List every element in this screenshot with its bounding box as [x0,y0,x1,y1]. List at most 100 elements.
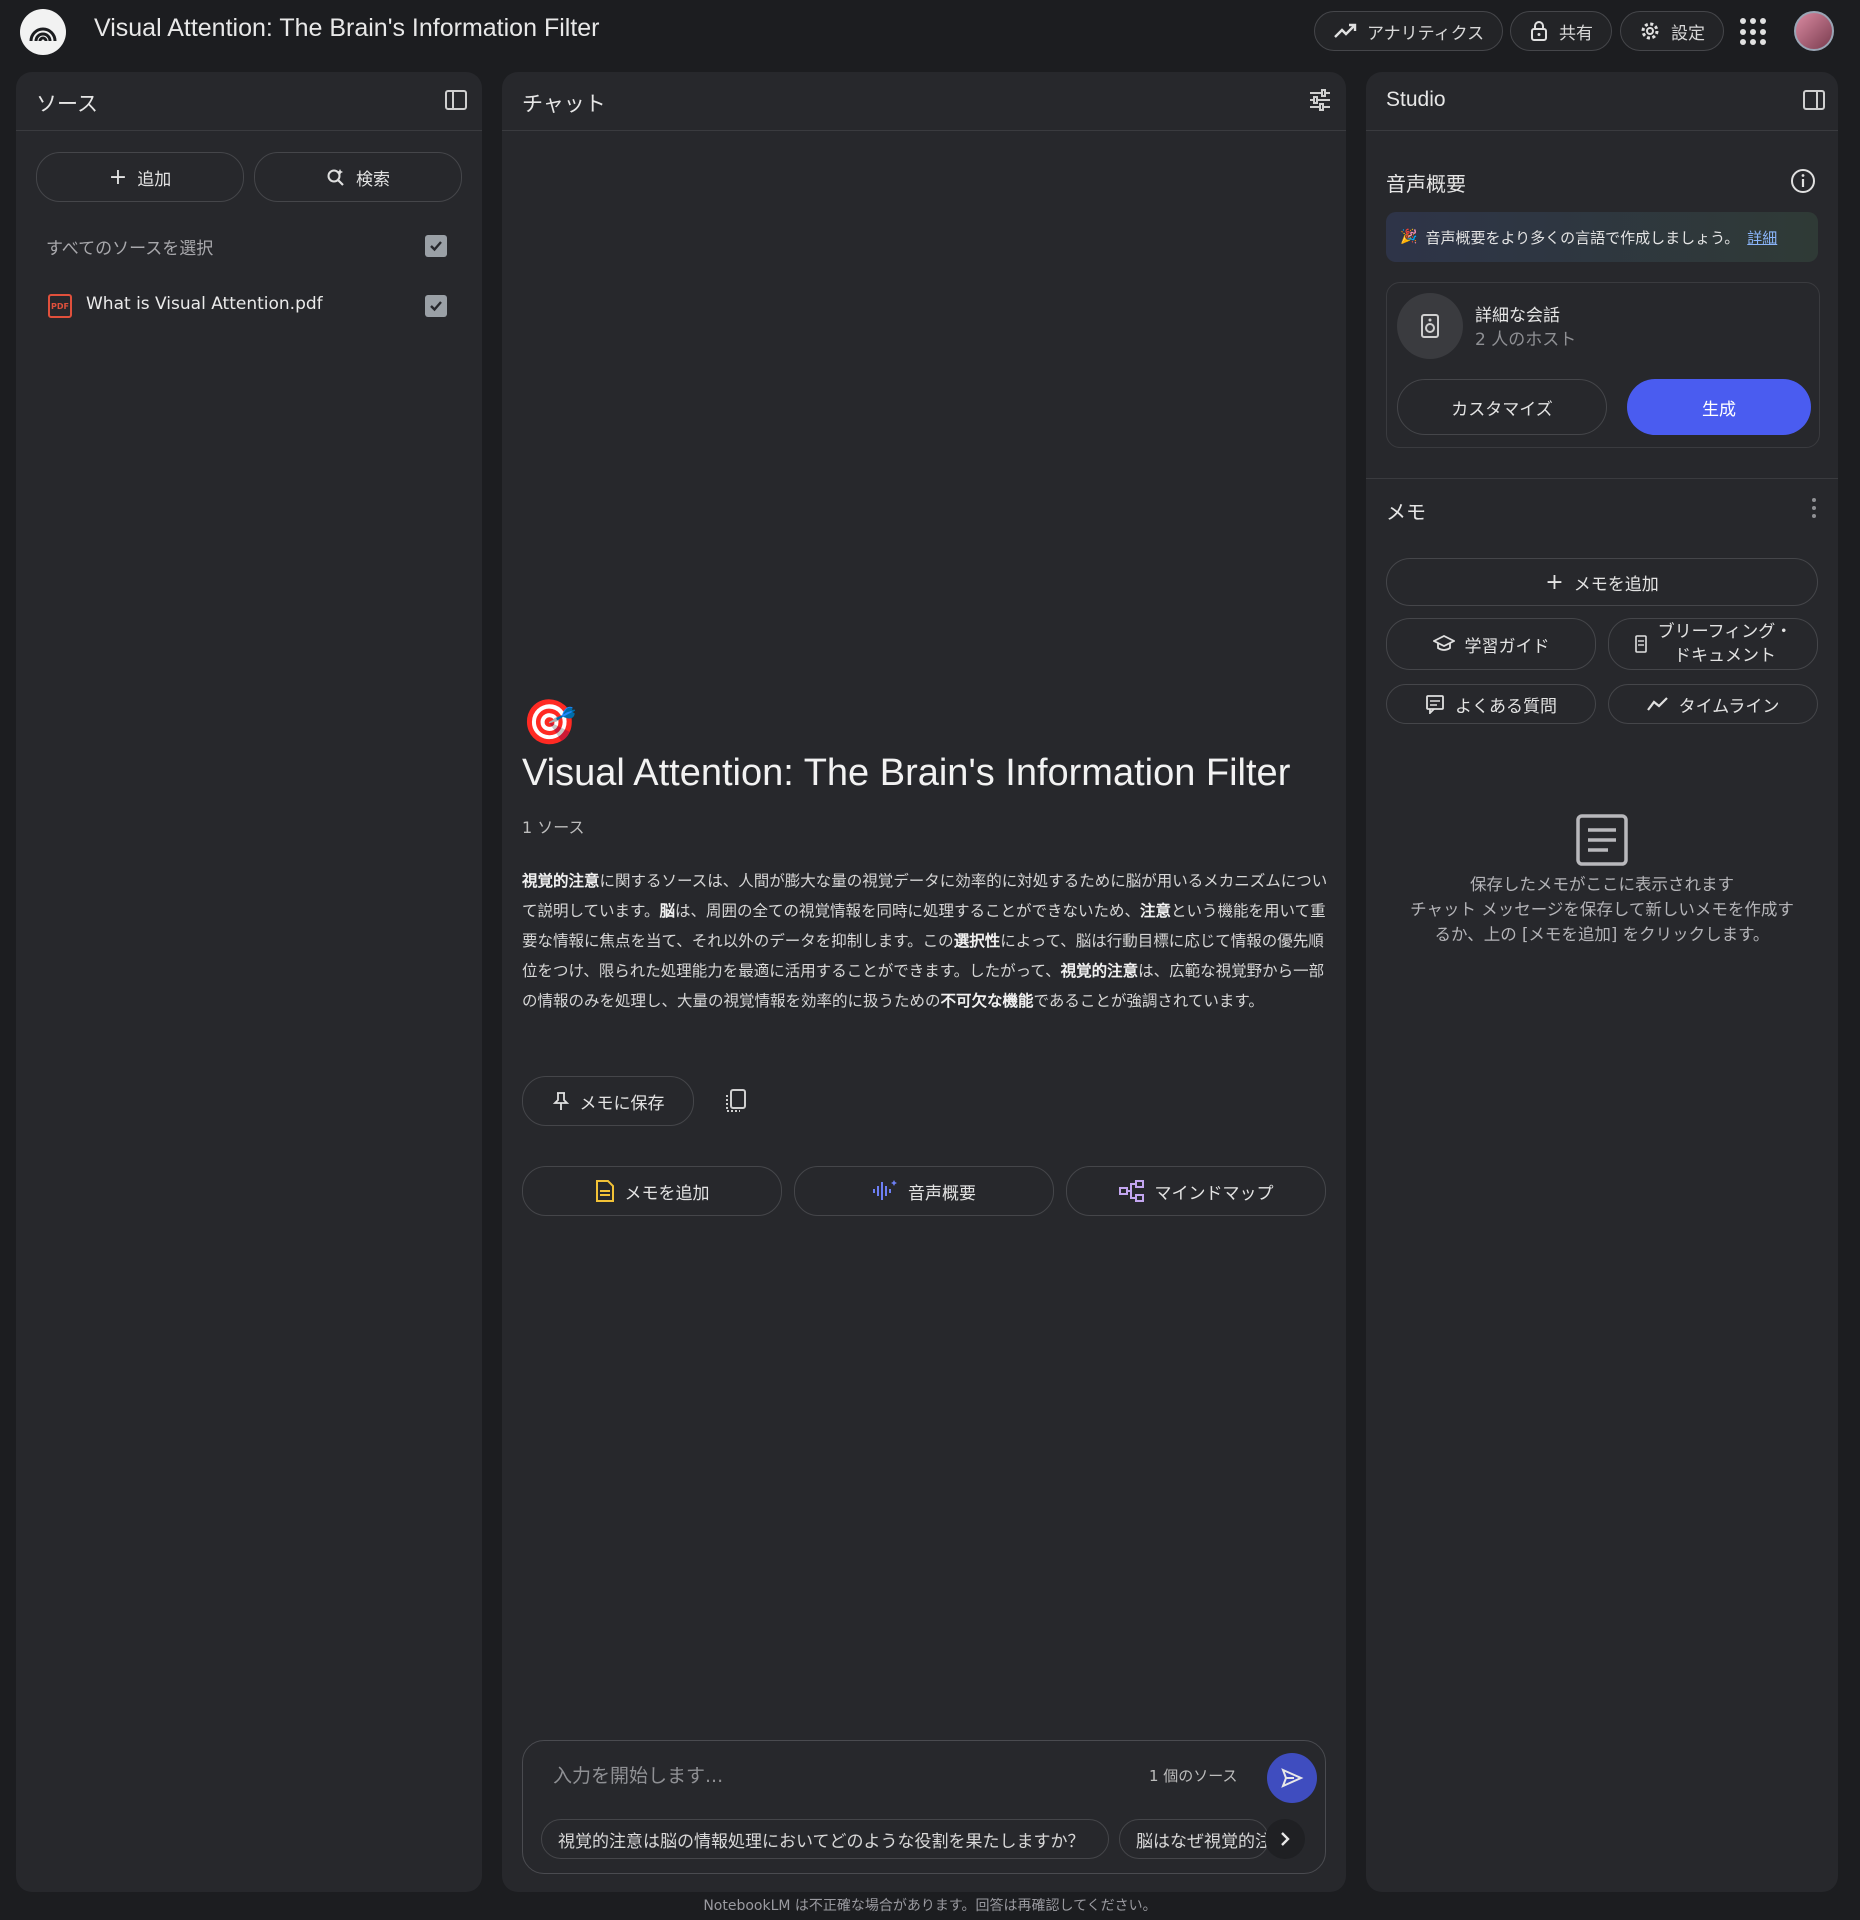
footer-disclaimer: NotebookLM は不正確な場合があります。回答は再確認してください。 [703,1898,1157,1914]
settings-label: 設定 [1671,23,1705,44]
select-all-checkbox[interactable] [425,235,447,257]
chat-title: チャット [522,92,606,116]
chevron-right-icon [1281,1832,1290,1846]
summary-emphasis: 視覚的注意 [522,872,600,890]
studio-title: Studio [1386,88,1446,111]
briefing-label-line1: ブリーフィング・ [1657,622,1793,642]
faq-button[interactable]: よくある質問 [1386,684,1596,724]
note-icon [595,1180,614,1202]
generate-button[interactable]: 生成 [1627,379,1811,435]
send-button[interactable] [1267,1753,1317,1803]
suggestion-chip[interactable]: 脳はなぜ視覚的注 [1119,1819,1269,1859]
source-item-name[interactable]: What is Visual Attention.pdf [86,294,323,314]
language-banner: 🎉 音声概要をより多くの言語で作成しましょう。 詳細 [1386,212,1818,262]
source-item-checkbox[interactable] [425,295,447,317]
mind-map-action-button[interactable]: マインドマップ [1066,1166,1326,1216]
select-all-label: すべてのソースを選択 [46,239,214,259]
empty-notes-line2: チャット メッセージを保存して新しいメモを作成す [1410,900,1794,919]
summary-emphasis: 脳 [659,902,676,920]
speaker-icon [1397,293,1463,359]
empty-notes-icon [1574,812,1630,872]
notebook-heading: Visual Attention: The Brain's Informatio… [522,752,1291,794]
notebook-emoji: 🎯 [522,697,577,748]
chat-panel: チャット 🎯 Visual Attention: The Brain's Inf… [502,72,1346,1892]
add-note-button[interactable]: + メモを追加 [1386,558,1818,606]
pin-icon [552,1092,569,1110]
add-note-action-label: メモを追加 [624,1183,710,1204]
document-icon [1634,635,1647,653]
copy-icon[interactable] [724,1088,748,1118]
check-icon [430,301,442,312]
chat-input-box: 入力を開始します... 1 個のソース 視覚的注意は脳の情報処理においてどのよう… [522,1740,1326,1874]
search-source-label: 検索 [356,169,390,190]
send-icon [1281,1768,1304,1788]
banner-learn-more-link[interactable]: 詳細 [1747,227,1777,248]
school-icon [1432,635,1455,651]
summary-emphasis: 選択性 [953,932,1001,950]
customize-button[interactable]: カスタマイズ [1397,379,1607,435]
notes-title: メモ [1386,500,1426,524]
suggestion-chip[interactable]: 視覚的注意は脳の情報処理においてどのような役割を果たしますか？ [541,1819,1109,1859]
sources-panel: ソース + 追加 検索 すべてのソースを選択 PDF What is Visua… [16,72,482,1892]
tune-settings-icon[interactable] [1308,88,1332,116]
study-guide-label: 学習ガイド [1464,636,1550,657]
study-guide-button[interactable]: 学習ガイド [1386,618,1596,670]
generate-label: 生成 [1702,399,1736,420]
trending-up-icon [1334,23,1357,38]
empty-notes-line1: 保存したメモがここに表示されます [1470,875,1734,894]
empty-notes-line3: るか、上の [メモを追加] をクリックします。 [1434,925,1770,944]
conversation-hosts: 2 人のホスト [1475,330,1577,350]
save-to-note-button[interactable]: メモに保存 [522,1076,694,1126]
notebook-summary: 視覚的注意に関するソースは、人間が膨大な量の視覚データに効率的に対処するために脳… [522,866,1328,1016]
summary-emphasis: 注意 [1140,902,1172,920]
collapse-panel-icon[interactable] [444,88,468,116]
summary-emphasis: 不可欠な機能 [940,992,1034,1010]
pdf-icon: PDF [48,294,72,318]
audio-waveform-icon [873,1180,897,1200]
analytics-button[interactable]: アナリティクス [1314,11,1504,51]
share-button[interactable]: 共有 [1510,11,1612,51]
add-source-button[interactable]: + 追加 [36,152,244,202]
check-icon [430,241,442,252]
apps-grid-icon[interactable] [1740,18,1768,46]
party-popper-icon: 🎉 [1400,229,1418,245]
faq-icon [1426,695,1444,714]
add-note-action-button[interactable]: メモを追加 [522,1166,782,1216]
notebook-title[interactable]: Visual Attention: The Brain's Informatio… [94,14,600,43]
lock-icon [1531,21,1547,41]
top-bar: Visual Attention: The Brain's Informatio… [0,0,1860,62]
banner-text: 音声概要をより多くの言語で作成しましょう。 [1425,228,1740,247]
source-count: 1 ソース [522,818,585,837]
avatar[interactable] [1794,11,1834,51]
mind-map-icon [1118,1180,1144,1202]
audio-overview-title: 音声概要 [1386,172,1466,196]
briefing-document-button[interactable]: ブリーフィング・ ドキュメント [1608,618,1818,670]
settings-button[interactable]: 設定 [1620,11,1724,51]
timeline-label: タイムライン [1678,696,1780,717]
conversation-title: 詳細な会話 [1475,306,1560,326]
info-icon[interactable] [1790,168,1816,198]
suggestions-next-button[interactable] [1265,1819,1305,1859]
briefing-label-line2: ドキュメント [1673,646,1776,666]
gear-icon [1641,22,1659,40]
search-sparkle-icon [327,169,344,186]
timeline-icon [1646,697,1668,711]
summary-text: であることが強調されています。 [1033,992,1264,1010]
save-to-note-label: メモに保存 [579,1093,665,1114]
summary-text: は、周囲の全ての視覚情報を同時に処理することができないため、 [675,902,1141,920]
chat-input[interactable]: 入力を開始します... [553,1761,723,1788]
faq-label: よくある質問 [1455,696,1557,717]
more-vert-icon[interactable] [1810,496,1818,524]
plus-icon: + [108,164,128,190]
mind-map-action-label: マインドマップ [1154,1183,1274,1204]
add-source-label: 追加 [137,169,172,190]
share-label: 共有 [1559,23,1593,44]
audio-overview-action-button[interactable]: 音声概要 [794,1166,1054,1216]
studio-panel: Studio 音声概要 🎉 音声概要をより多くの言語で作成しましょう。 詳細 詳… [1366,72,1838,1892]
search-source-button[interactable]: 検索 [254,152,462,202]
timeline-button[interactable]: タイムライン [1608,684,1818,724]
input-source-count: 1 個のソース [1149,1767,1238,1785]
summary-emphasis: 視覚的注意 [1060,962,1139,980]
collapse-panel-icon[interactable] [1802,88,1826,116]
notebooklm-logo-icon[interactable] [20,9,66,55]
